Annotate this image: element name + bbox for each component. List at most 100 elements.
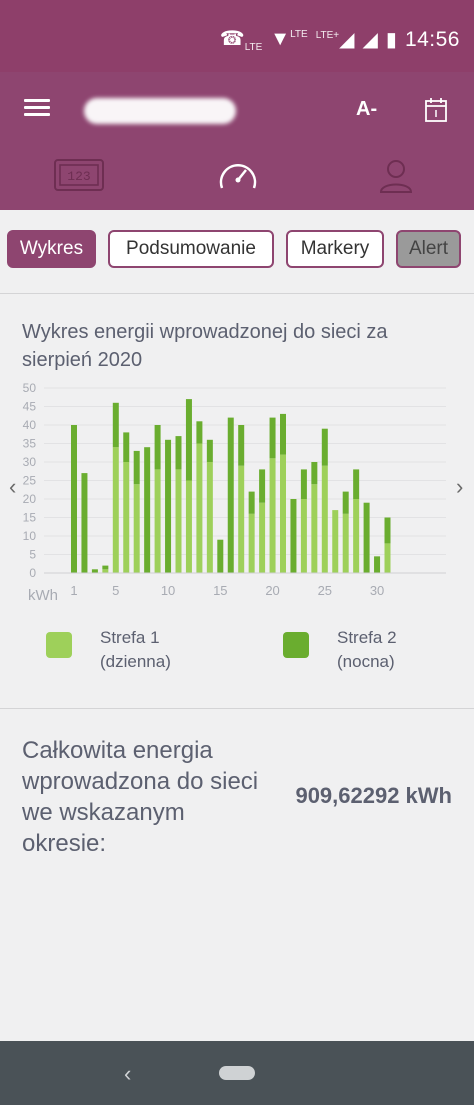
bar-zone2[interactable] bbox=[133, 450, 140, 485]
bar-zone1[interactable] bbox=[206, 462, 213, 573]
bar-zone2[interactable] bbox=[311, 462, 318, 485]
bar-zone2[interactable] bbox=[165, 439, 172, 573]
tab-wykres[interactable]: Wykres bbox=[7, 230, 96, 268]
x-tick-label: 15 bbox=[213, 583, 227, 598]
bar-zone2[interactable] bbox=[154, 425, 161, 470]
bar-zone2[interactable] bbox=[112, 402, 119, 448]
bar-zone2[interactable] bbox=[280, 413, 286, 455]
bar-zone2[interactable] bbox=[91, 569, 98, 573]
status-icons: ☎LTE ▼LTE LTE+◢ ◢ ▮ 14:56 bbox=[219, 26, 460, 54]
bar-zone2[interactable] bbox=[342, 491, 349, 514]
bar-zone1[interactable] bbox=[238, 465, 245, 573]
bar-zone1[interactable] bbox=[311, 484, 318, 573]
bar-zone2[interactable] bbox=[363, 502, 370, 573]
y-tick-label: 10 bbox=[23, 529, 37, 543]
bar-zone1[interactable] bbox=[185, 480, 192, 574]
bar-zone1[interactable] bbox=[353, 499, 360, 573]
font-size-button[interactable]: A- bbox=[356, 98, 377, 121]
x-tick-label: 30 bbox=[370, 583, 384, 598]
clock: 14:56 bbox=[404, 27, 460, 51]
x-tick-label: 1 bbox=[70, 583, 77, 598]
bar-zone2[interactable] bbox=[384, 517, 391, 544]
bar-zone1[interactable] bbox=[248, 513, 255, 573]
legend-zone2-title: Strefa 2 bbox=[337, 628, 397, 647]
bar-zone1[interactable] bbox=[175, 469, 182, 573]
y-tick-label: 0 bbox=[29, 566, 36, 580]
calendar-icon[interactable] bbox=[425, 98, 447, 127]
x-tick-label: 10 bbox=[161, 583, 175, 598]
total-energy-label: Całkowita energia wprowadzona do sieci w… bbox=[22, 737, 259, 857]
bar-zone2[interactable] bbox=[196, 421, 203, 444]
bar-zone1[interactable] bbox=[384, 543, 391, 573]
bar-zone2[interactable] bbox=[248, 491, 255, 514]
meter-display-icon[interactable]: 123 bbox=[54, 158, 104, 197]
svg-text:123: 123 bbox=[67, 169, 90, 184]
bar-zone1[interactable] bbox=[332, 510, 339, 573]
gauge-icon[interactable] bbox=[218, 158, 258, 199]
y-tick-label: 50 bbox=[23, 381, 37, 395]
divider bbox=[0, 708, 474, 709]
bar-zone2[interactable] bbox=[144, 447, 151, 573]
bar-zone2[interactable] bbox=[185, 399, 192, 481]
bar-zone2[interactable] bbox=[102, 565, 109, 570]
bar-zone2[interactable] bbox=[374, 556, 381, 573]
menu-icon[interactable] bbox=[24, 99, 50, 117]
bar-zone2[interactable] bbox=[269, 417, 276, 459]
home-button[interactable] bbox=[219, 1066, 255, 1080]
legend-swatch-zone2 bbox=[283, 632, 309, 658]
bar-zone2[interactable] bbox=[353, 469, 360, 499]
tab-markery[interactable]: Markery bbox=[286, 230, 384, 268]
user-icon[interactable] bbox=[378, 158, 414, 199]
legend-swatch-zone1 bbox=[46, 632, 72, 658]
legend-zone1-subtitle: (dzienna) bbox=[100, 652, 171, 671]
bar-zone1[interactable] bbox=[321, 465, 328, 573]
legend-zone2-subtitle: (nocna) bbox=[337, 652, 395, 671]
cell-signal-2-icon: ◢ bbox=[362, 29, 378, 51]
tab-alert[interactable]: Alert bbox=[396, 230, 461, 268]
divider bbox=[0, 293, 474, 294]
bar-zone1[interactable] bbox=[112, 447, 119, 573]
bar-zone1[interactable] bbox=[269, 458, 276, 573]
y-tick-label: 35 bbox=[23, 437, 37, 451]
bar-zone1[interactable] bbox=[102, 569, 109, 573]
bar-zone2[interactable] bbox=[321, 428, 328, 466]
bar-zone2[interactable] bbox=[81, 473, 88, 573]
bar-zone1[interactable] bbox=[342, 513, 349, 573]
bar-zone2[interactable] bbox=[300, 469, 307, 499]
y-tick-label: 25 bbox=[23, 474, 37, 488]
x-tick-label: 20 bbox=[265, 583, 279, 598]
y-tick-label: 45 bbox=[23, 400, 37, 414]
bar-zone1[interactable] bbox=[259, 502, 266, 573]
bar-zone2[interactable] bbox=[259, 469, 266, 503]
volte-icon: ☎LTE bbox=[219, 28, 263, 53]
y-tick-label: 40 bbox=[23, 418, 37, 432]
x-tick-label: 5 bbox=[112, 583, 119, 598]
bar-zone1[interactable] bbox=[154, 469, 161, 573]
bar-zone2[interactable] bbox=[238, 425, 245, 466]
cell-signal-icon: LTE+◢ bbox=[315, 29, 355, 51]
legend-strefa-1: Strefa 1 (dzienna) bbox=[46, 626, 171, 674]
bar-zone2[interactable] bbox=[206, 439, 213, 462]
chart-next-arrow[interactable]: › bbox=[456, 474, 463, 499]
y-tick-label: 15 bbox=[23, 511, 37, 525]
bar-zone1[interactable] bbox=[123, 462, 130, 573]
redacted-title bbox=[84, 98, 236, 124]
bar-zone1[interactable] bbox=[300, 499, 307, 573]
bar-zone2[interactable] bbox=[227, 417, 234, 573]
back-icon[interactable]: ‹ bbox=[124, 1061, 131, 1087]
bar-zone2[interactable] bbox=[71, 425, 77, 573]
bar-zone1[interactable] bbox=[133, 484, 140, 573]
total-energy-value: 909,62292 kWh bbox=[295, 783, 452, 808]
view-tabs: Wykres Podsumowanie Markery Alert bbox=[0, 230, 474, 274]
chart-prev-arrow[interactable]: ‹ bbox=[9, 474, 16, 499]
legend-strefa-2: Strefa 2 (nocna) bbox=[283, 626, 397, 674]
bar-zone1[interactable] bbox=[280, 454, 286, 573]
bar-zone2[interactable] bbox=[290, 499, 297, 573]
bar-zone2[interactable] bbox=[175, 436, 182, 470]
y-tick-label: 30 bbox=[23, 455, 37, 469]
bar-zone1[interactable] bbox=[196, 443, 203, 574]
bar-zone2[interactable] bbox=[123, 432, 130, 462]
bar-zone2[interactable] bbox=[217, 539, 224, 573]
bar-chart: ‹ › 50454035302520151050kWh 1 5 10 15 20 25 30 bbox=[9, 381, 463, 604]
tab-podsumowanie[interactable]: Podsumowanie bbox=[108, 230, 274, 268]
